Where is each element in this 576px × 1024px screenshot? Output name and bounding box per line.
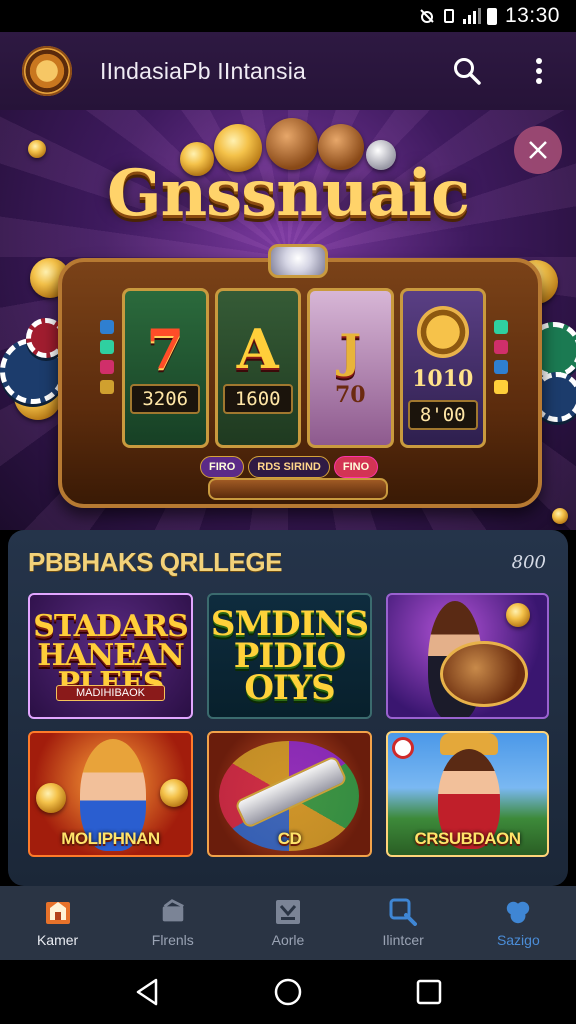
machine-button[interactable]: FIRO	[200, 456, 245, 478]
app-actions	[452, 56, 554, 86]
home-circle-icon	[274, 978, 302, 1006]
nav-label: Ilintcer	[382, 932, 424, 948]
reel-3: J 70	[307, 288, 394, 448]
game-label: MOLIPHNAN	[61, 829, 160, 848]
app-logo[interactable]	[22, 46, 72, 96]
coin-decoration	[36, 783, 66, 813]
reel-1: 7 3206	[122, 288, 209, 448]
status-time: 13:30	[504, 4, 560, 27]
vibrate-icon	[443, 9, 454, 23]
game-tile[interactable]: SMDINS PIDIO OIYS	[207, 593, 372, 719]
game-title: SMDINS PIDIO OIYS	[210, 603, 369, 709]
nav-item-kamer[interactable]: Kamer	[8, 898, 108, 948]
reel-value: 3206	[130, 384, 201, 414]
status-icons	[419, 7, 497, 25]
game-tile[interactable]	[386, 593, 549, 719]
search-button[interactable]	[452, 56, 482, 86]
reel-symbol: 7	[146, 317, 185, 381]
signal-icon	[462, 8, 481, 24]
app-bar: IIndasiaPb IIntansia	[0, 32, 576, 110]
side-lights-left	[100, 320, 114, 420]
search-icon	[389, 898, 418, 926]
game-label: CD	[277, 829, 302, 848]
featured-header: PBBHAKS QRLLEGE 800	[28, 544, 546, 580]
nav-label: Flrenls	[151, 932, 194, 948]
alarm-off-icon	[420, 9, 434, 23]
status-bar: 13:30	[0, 0, 576, 32]
badge-image	[392, 737, 414, 759]
battery-icon	[486, 7, 497, 25]
recents-icon	[417, 979, 442, 1005]
reel-sub: 1010	[412, 366, 474, 392]
game-tile[interactable]: CD	[207, 731, 372, 857]
reel-2: A 1600	[214, 288, 301, 448]
machine-buttons: FIRO RDS SIRIND FINO	[200, 456, 379, 478]
box-icon	[274, 898, 302, 926]
reels: 7 3206 A 1600 J 70 1010 8'00	[122, 288, 486, 448]
ball-image	[440, 641, 528, 707]
section-title: PBBHAKS QRLLEGE	[28, 546, 282, 577]
close-icon	[529, 141, 547, 159]
nav-label: Sazigo	[496, 932, 540, 948]
coin-decoration	[506, 603, 530, 627]
machine-gem	[268, 244, 328, 278]
reel-value: 8'00	[407, 400, 478, 430]
coin-symbol-icon	[416, 306, 469, 358]
app-title: IIndasiaPb IIntansia	[100, 57, 307, 84]
game-tile[interactable]: STADARS HANEAN PLEES MADIHIBAOK	[28, 593, 193, 719]
bottom-nav: Kamer Flrenls Aorle Ilintcer Sazigo	[0, 886, 576, 960]
close-banner-button[interactable]	[514, 126, 562, 174]
nav-label: Kamer	[36, 932, 79, 948]
reel-symbol: A	[236, 317, 279, 381]
hero-banner[interactable]: Gnssnuaic 7 3206 A 1600 J 70 1010 8'00 F…	[0, 110, 576, 530]
back-button[interactable]	[127, 972, 167, 1012]
search-icon	[454, 58, 481, 85]
section-count[interactable]: 800	[512, 552, 546, 573]
back-icon	[136, 978, 157, 1006]
game-tile[interactable]: CRSUBDAON	[386, 731, 549, 857]
reel-symbol: J	[339, 324, 362, 378]
reel-value: 1600	[222, 384, 293, 414]
slot-machine: 7 3206 A 1600 J 70 1010 8'00 FIRO RDS SI…	[58, 244, 542, 508]
machine-button[interactable]: FINO	[333, 456, 379, 478]
more-vert-icon	[536, 58, 542, 84]
home-button[interactable]	[268, 972, 308, 1012]
cards-icon	[159, 898, 187, 926]
coin-decoration	[160, 779, 188, 807]
game-subtitle: MADIHIBAOK	[56, 685, 165, 701]
hero-title: Gnssnuaic	[106, 156, 470, 231]
machine-base	[208, 478, 388, 500]
settings-icon	[504, 898, 532, 926]
more-options-button[interactable]	[524, 56, 554, 86]
machine-button[interactable]: RDS SIRIND	[248, 456, 330, 478]
nav-item-aorle[interactable]: Aorle	[238, 898, 338, 948]
coin-decoration	[552, 508, 568, 524]
games-grid: STADARS HANEAN PLEES MADIHIBAOK SMDINS P…	[28, 593, 549, 857]
system-nav-bar	[0, 960, 576, 1024]
game-tile[interactable]: MOLIPHNAN	[28, 731, 193, 857]
nav-item-flrenls[interactable]: Flrenls	[123, 898, 223, 948]
reel-4: 1010 8'00	[399, 288, 486, 448]
nav-item-ilintcer[interactable]: Ilintcer	[353, 898, 453, 948]
nav-label: Aorle	[271, 932, 305, 948]
recents-button[interactable]	[409, 972, 449, 1012]
featured-games-section: PBBHAKS QRLLEGE 800 STADARS HANEAN PLEES…	[8, 530, 568, 886]
nav-item-sazigo[interactable]: Sazigo	[468, 898, 568, 948]
game-home-icon	[44, 898, 72, 926]
reel-sub: 70	[334, 382, 366, 408]
game-label: CRSUBDAON	[414, 829, 522, 848]
side-lights-right	[494, 320, 508, 420]
